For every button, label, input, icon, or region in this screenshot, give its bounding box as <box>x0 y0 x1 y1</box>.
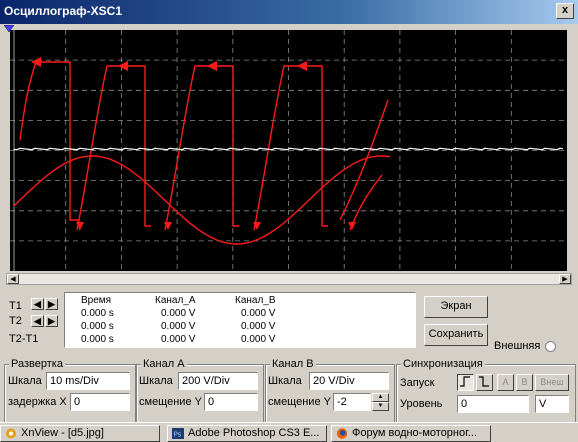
arrow-left-icon: ◀ <box>34 316 41 326</box>
arrow-left-icon: ◀ <box>34 299 41 309</box>
t2-channel-a: 0.000 V <box>161 321 196 332</box>
t2-t1-channel-b: 0.000 V <box>241 334 276 345</box>
t2-right-button[interactable]: ▶ <box>45 315 58 327</box>
external-label: Внешняя <box>494 340 541 352</box>
channel-b-scale-input[interactable]: 20 V/Div <box>309 372 389 390</box>
t2-left-button[interactable]: ◀ <box>31 315 44 327</box>
timebase-scale-input[interactable]: 10 ms/Div <box>46 372 130 390</box>
channel-b-legend: Канал B <box>270 358 316 370</box>
scroll-right-icon[interactable]: ▶ <box>559 274 571 284</box>
t2-time: 0.000 s <box>81 321 114 332</box>
t2-t1-time: 0.000 s <box>81 334 114 345</box>
channel-a-offset-label: смещение Y <box>139 396 202 408</box>
svg-text:Ps: Ps <box>174 431 182 439</box>
taskbar-item-firefox[interactable]: Форум водно-моторног... <box>331 425 491 442</box>
photoshop-icon: Ps <box>172 428 184 439</box>
channel-a-offset-input[interactable]: 0 <box>204 393 258 411</box>
t1-left-button[interactable]: ◀ <box>31 298 44 310</box>
firefox-icon <box>336 428 348 439</box>
trigger-source-a-button[interactable]: A <box>497 374 514 391</box>
header-channel-a: Канал_A <box>155 295 196 306</box>
trigger-source-b-button[interactable]: B <box>516 374 533 391</box>
taskbar-item-xnview[interactable]: XnView - [d5.jpg] <box>0 425 160 442</box>
taskbar-label: Adobe Photoshop CS3 E... <box>188 427 320 439</box>
trigger-level-input[interactable]: 0 <box>457 395 529 413</box>
trigger-source-ext-button[interactable]: Внеш <box>535 374 569 391</box>
scroll-left-icon[interactable]: ◀ <box>7 274 19 284</box>
taskbar-label: XnView - [d5.jpg] <box>21 427 104 439</box>
t1-label: T1 <box>9 300 22 312</box>
channel-a-scale-input[interactable]: 200 V/Div <box>178 372 258 390</box>
external-radio[interactable] <box>545 341 556 352</box>
t2-t1-channel-a: 0.000 V <box>161 334 196 345</box>
taskbar: XnView - [d5.jpg] Ps Adobe Photoshop CS3… <box>0 422 578 442</box>
trigger-level-unit[interactable]: V <box>535 395 569 413</box>
delay-x-input[interactable]: 0 <box>70 393 130 411</box>
save-button[interactable]: Сохранить <box>424 324 488 346</box>
window-title: Осциллограф-XSC1 <box>4 4 123 18</box>
t1-time: 0.000 s <box>81 308 114 319</box>
t1-right-button[interactable]: ▶ <box>45 298 58 310</box>
screen-button[interactable]: Экран <box>424 296 488 318</box>
channel-b-offset-spinner[interactable]: ▲ ▼ <box>372 393 389 411</box>
arrow-right-icon: ▶ <box>48 299 55 309</box>
timebase-legend: Развертка <box>9 358 65 370</box>
t1-channel-b: 0.000 V <box>241 308 276 319</box>
taskbar-label: Форум водно-моторног... <box>352 427 477 439</box>
horizontal-scrollbar[interactable]: ◀ ▶ <box>6 273 572 285</box>
close-icon: x <box>561 4 569 16</box>
falling-edge-button[interactable] <box>476 374 493 391</box>
rising-edge-button[interactable] <box>457 374 474 391</box>
falling-edge-icon <box>479 376 489 387</box>
t2-label: T2 <box>9 315 22 327</box>
taskbar-item-photoshop[interactable]: Ps Adobe Photoshop CS3 E... <box>167 425 327 442</box>
delay-x-label: задержка X <box>8 396 67 408</box>
close-button[interactable]: x <box>556 3 574 19</box>
trigger-legend: Синхронизация <box>401 358 485 370</box>
t2-t1-label: T2-T1 <box>9 333 39 345</box>
t1-channel-a: 0.000 V <box>161 308 196 319</box>
header-time: Время <box>81 295 112 306</box>
header-channel-b: Канал_B <box>235 295 276 306</box>
trigger-level-label: Уровень <box>400 398 443 410</box>
rising-edge-icon <box>460 376 470 387</box>
channel-b-offset-input[interactable]: -2 <box>333 393 371 411</box>
channel-b-scale-label: Шкала <box>268 375 302 387</box>
trigger-group <box>396 364 576 424</box>
channel-b-offset-label: смещение Y <box>268 396 331 408</box>
xnview-icon <box>6 428 16 439</box>
channel-a-legend: Канал A <box>141 358 187 370</box>
oscilloscope-display[interactable] <box>10 30 567 271</box>
t2-channel-b: 0.000 V <box>241 321 276 332</box>
spin-up-icon[interactable]: ▲ <box>372 393 389 402</box>
arrow-right-icon: ▶ <box>48 316 55 326</box>
timebase-scale-label: Шкала <box>8 375 42 387</box>
channel-a-scale-label: Шкала <box>139 375 173 387</box>
spin-down-icon[interactable]: ▼ <box>372 402 389 411</box>
trigger-start-label: Запуск <box>400 377 435 389</box>
measurement-readout: Время Канал_A Канал_B 0.000 s 0.000 V 0.… <box>64 292 416 348</box>
